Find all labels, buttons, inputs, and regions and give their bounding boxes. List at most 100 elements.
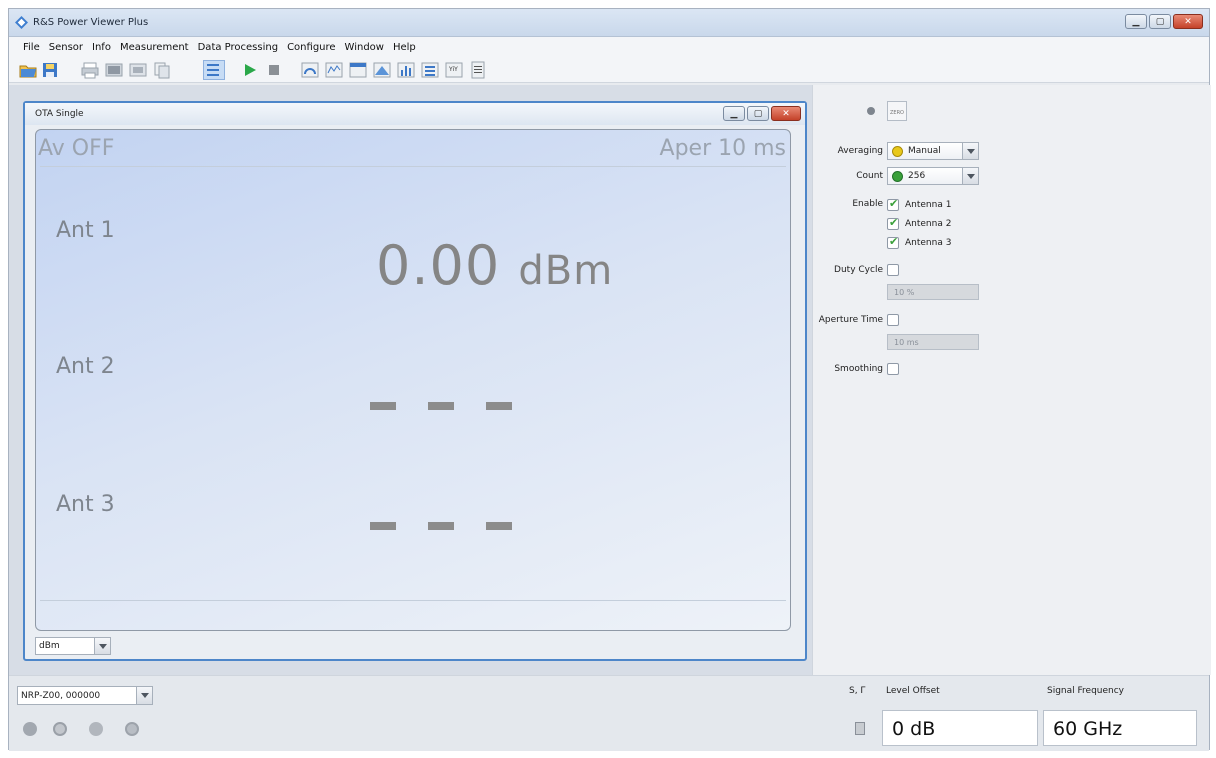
antenna2-label: Antenna 2 (905, 219, 952, 229)
print-icon[interactable] (81, 61, 99, 79)
chevron-down-icon[interactable] (962, 168, 978, 184)
averaging-value: Manual (908, 146, 941, 156)
stop-icon[interactable] (265, 61, 283, 79)
statistics-icon[interactable] (373, 61, 391, 79)
count-value: 256 (908, 171, 926, 181)
bottom-bar: NRP-Z00, 000000 S, Γ Level Offset Signal… (9, 675, 1209, 751)
averaging-status: Av OFF (38, 136, 115, 161)
gauge-icon[interactable] (301, 61, 319, 79)
signal-frequency-label: Signal Frequency (1047, 686, 1125, 696)
run-icon[interactable] (241, 61, 259, 79)
unit-select[interactable]: dBm (35, 637, 111, 655)
settings-panel: ZERO Averaging Manual Count 256 Enable A… (812, 85, 1211, 675)
copy-icon[interactable] (153, 61, 171, 79)
ant3-label: Ant 3 (56, 492, 115, 517)
workspace: OTA Single ▁ ▢ ✕ Av OFF Aper 10 ms Ant 1… (9, 85, 812, 675)
chevron-down-icon[interactable] (136, 687, 152, 704)
trace-icon[interactable] (325, 61, 343, 79)
chevron-down-icon[interactable] (962, 143, 978, 159)
ant1-label: Ant 1 (56, 218, 115, 243)
maximize-button[interactable]: ▢ (1149, 14, 1171, 29)
level-offset-label: Level Offset (886, 686, 940, 696)
aperture-time-label: Aperture Time (818, 315, 883, 325)
aperture-time-field[interactable]: 10 ms (887, 334, 979, 350)
minimize-button[interactable]: ▁ (1125, 14, 1147, 29)
averaging-dot-icon (892, 146, 903, 157)
ant1-value: 0.00 dBm (376, 234, 613, 297)
antenna1-checkbox[interactable] (887, 197, 899, 211)
smoothing-label: Smoothing (834, 364, 883, 374)
antenna3-label: Antenna 3 (905, 238, 952, 248)
indicator-icon (89, 722, 103, 736)
menu-info[interactable]: Info (92, 42, 111, 53)
child-title: OTA Single (35, 109, 84, 119)
child-minimize-button[interactable]: ▁ (723, 106, 745, 121)
pulse-icon[interactable] (421, 61, 439, 79)
ant1-unit: dBm (518, 248, 614, 294)
unit-select-value: dBm (39, 641, 60, 651)
menu-help[interactable]: Help (393, 42, 416, 53)
ota-single-window: OTA Single ▁ ▢ ✕ Av OFF Aper 10 ms Ant 1… (23, 101, 807, 661)
status-led-icon (867, 107, 875, 115)
duty-cycle-label: Duty Cycle (834, 265, 883, 275)
child-window-controls: ▁ ▢ ✕ (721, 106, 801, 122)
sensor-status-icon[interactable] (23, 722, 37, 736)
s-gamma-label: S, Γ (849, 686, 866, 696)
level-offset-field[interactable]: 0 dB (882, 710, 1038, 746)
export-icon[interactable] (129, 61, 147, 79)
signal-frequency-field[interactable]: 60 GHz (1043, 710, 1197, 746)
antenna3-checkbox[interactable] (887, 235, 899, 249)
aperture-time-checkbox[interactable] (887, 314, 899, 326)
antenna2-checkbox[interactable] (887, 216, 899, 230)
record-icon[interactable] (125, 722, 139, 736)
app-window: R&S Power Viewer Plus ▁ ▢ ✕ File Sensor … (8, 8, 1211, 751)
ant1-number: 0.00 (376, 234, 501, 297)
menu-data-processing[interactable]: Data Processing (198, 42, 278, 53)
child-maximize-button[interactable]: ▢ (747, 106, 769, 121)
zero-button[interactable]: ZERO (887, 101, 907, 121)
count-select[interactable]: 256 (887, 167, 979, 185)
aperture-status: Aper 10 ms (659, 136, 786, 161)
calculator-icon[interactable] (855, 722, 865, 735)
menu-configure[interactable]: Configure (287, 42, 335, 53)
menu-sensor[interactable]: Sensor (49, 42, 83, 53)
chevron-down-icon[interactable] (94, 638, 110, 654)
close-button[interactable]: ✕ (1173, 14, 1203, 29)
multi-channel-icon[interactable]: YiY (445, 61, 463, 79)
open-icon[interactable] (19, 61, 37, 79)
menu-file[interactable]: File (23, 42, 40, 53)
menu-measurement[interactable]: Measurement (120, 42, 189, 53)
header-divider (40, 166, 786, 167)
footer-divider (40, 600, 786, 601)
histogram-icon[interactable] (397, 61, 415, 79)
menu-bar: File Sensor Info Measurement Data Proces… (9, 37, 1209, 57)
menu-window[interactable]: Window (345, 42, 384, 53)
sensor-select-value: NRP-Z00, 000000 (21, 691, 101, 701)
child-close-button[interactable]: ✕ (771, 106, 801, 121)
averaging-label: Averaging (837, 146, 883, 156)
averaging-select[interactable]: Manual (887, 142, 979, 160)
enable-label: Enable (852, 199, 883, 209)
svg-text:YiY: YiY (448, 66, 458, 73)
list-view-icon[interactable] (203, 60, 225, 80)
app-title: R&S Power Viewer Plus (33, 17, 149, 28)
title-bar: R&S Power Viewer Plus ▁ ▢ ✕ (9, 9, 1209, 37)
count-label: Count (856, 171, 883, 181)
measurement-display: Av OFF Aper 10 ms Ant 1 0.00 dBm Ant 2 A… (35, 129, 791, 631)
window-controls: ▁ ▢ ✕ (1123, 14, 1203, 30)
rs-logo-icon (15, 16, 28, 29)
antenna1-label: Antenna 1 (905, 200, 952, 210)
save-icon[interactable] (41, 61, 59, 79)
duty-cycle-checkbox[interactable] (887, 264, 899, 276)
screenshot-icon[interactable] (105, 61, 123, 79)
sensor-select[interactable]: NRP-Z00, 000000 (17, 686, 153, 705)
database-icon[interactable] (53, 722, 67, 736)
duty-cycle-field[interactable]: 10 % (887, 284, 979, 300)
report-icon[interactable] (469, 61, 487, 79)
child-title-bar: OTA Single ▁ ▢ ✕ (25, 103, 805, 125)
count-dot-icon (892, 171, 903, 182)
ant2-label: Ant 2 (56, 354, 115, 379)
table-icon[interactable] (349, 61, 367, 79)
zero-label: ZERO (890, 110, 904, 116)
smoothing-checkbox[interactable] (887, 363, 899, 375)
